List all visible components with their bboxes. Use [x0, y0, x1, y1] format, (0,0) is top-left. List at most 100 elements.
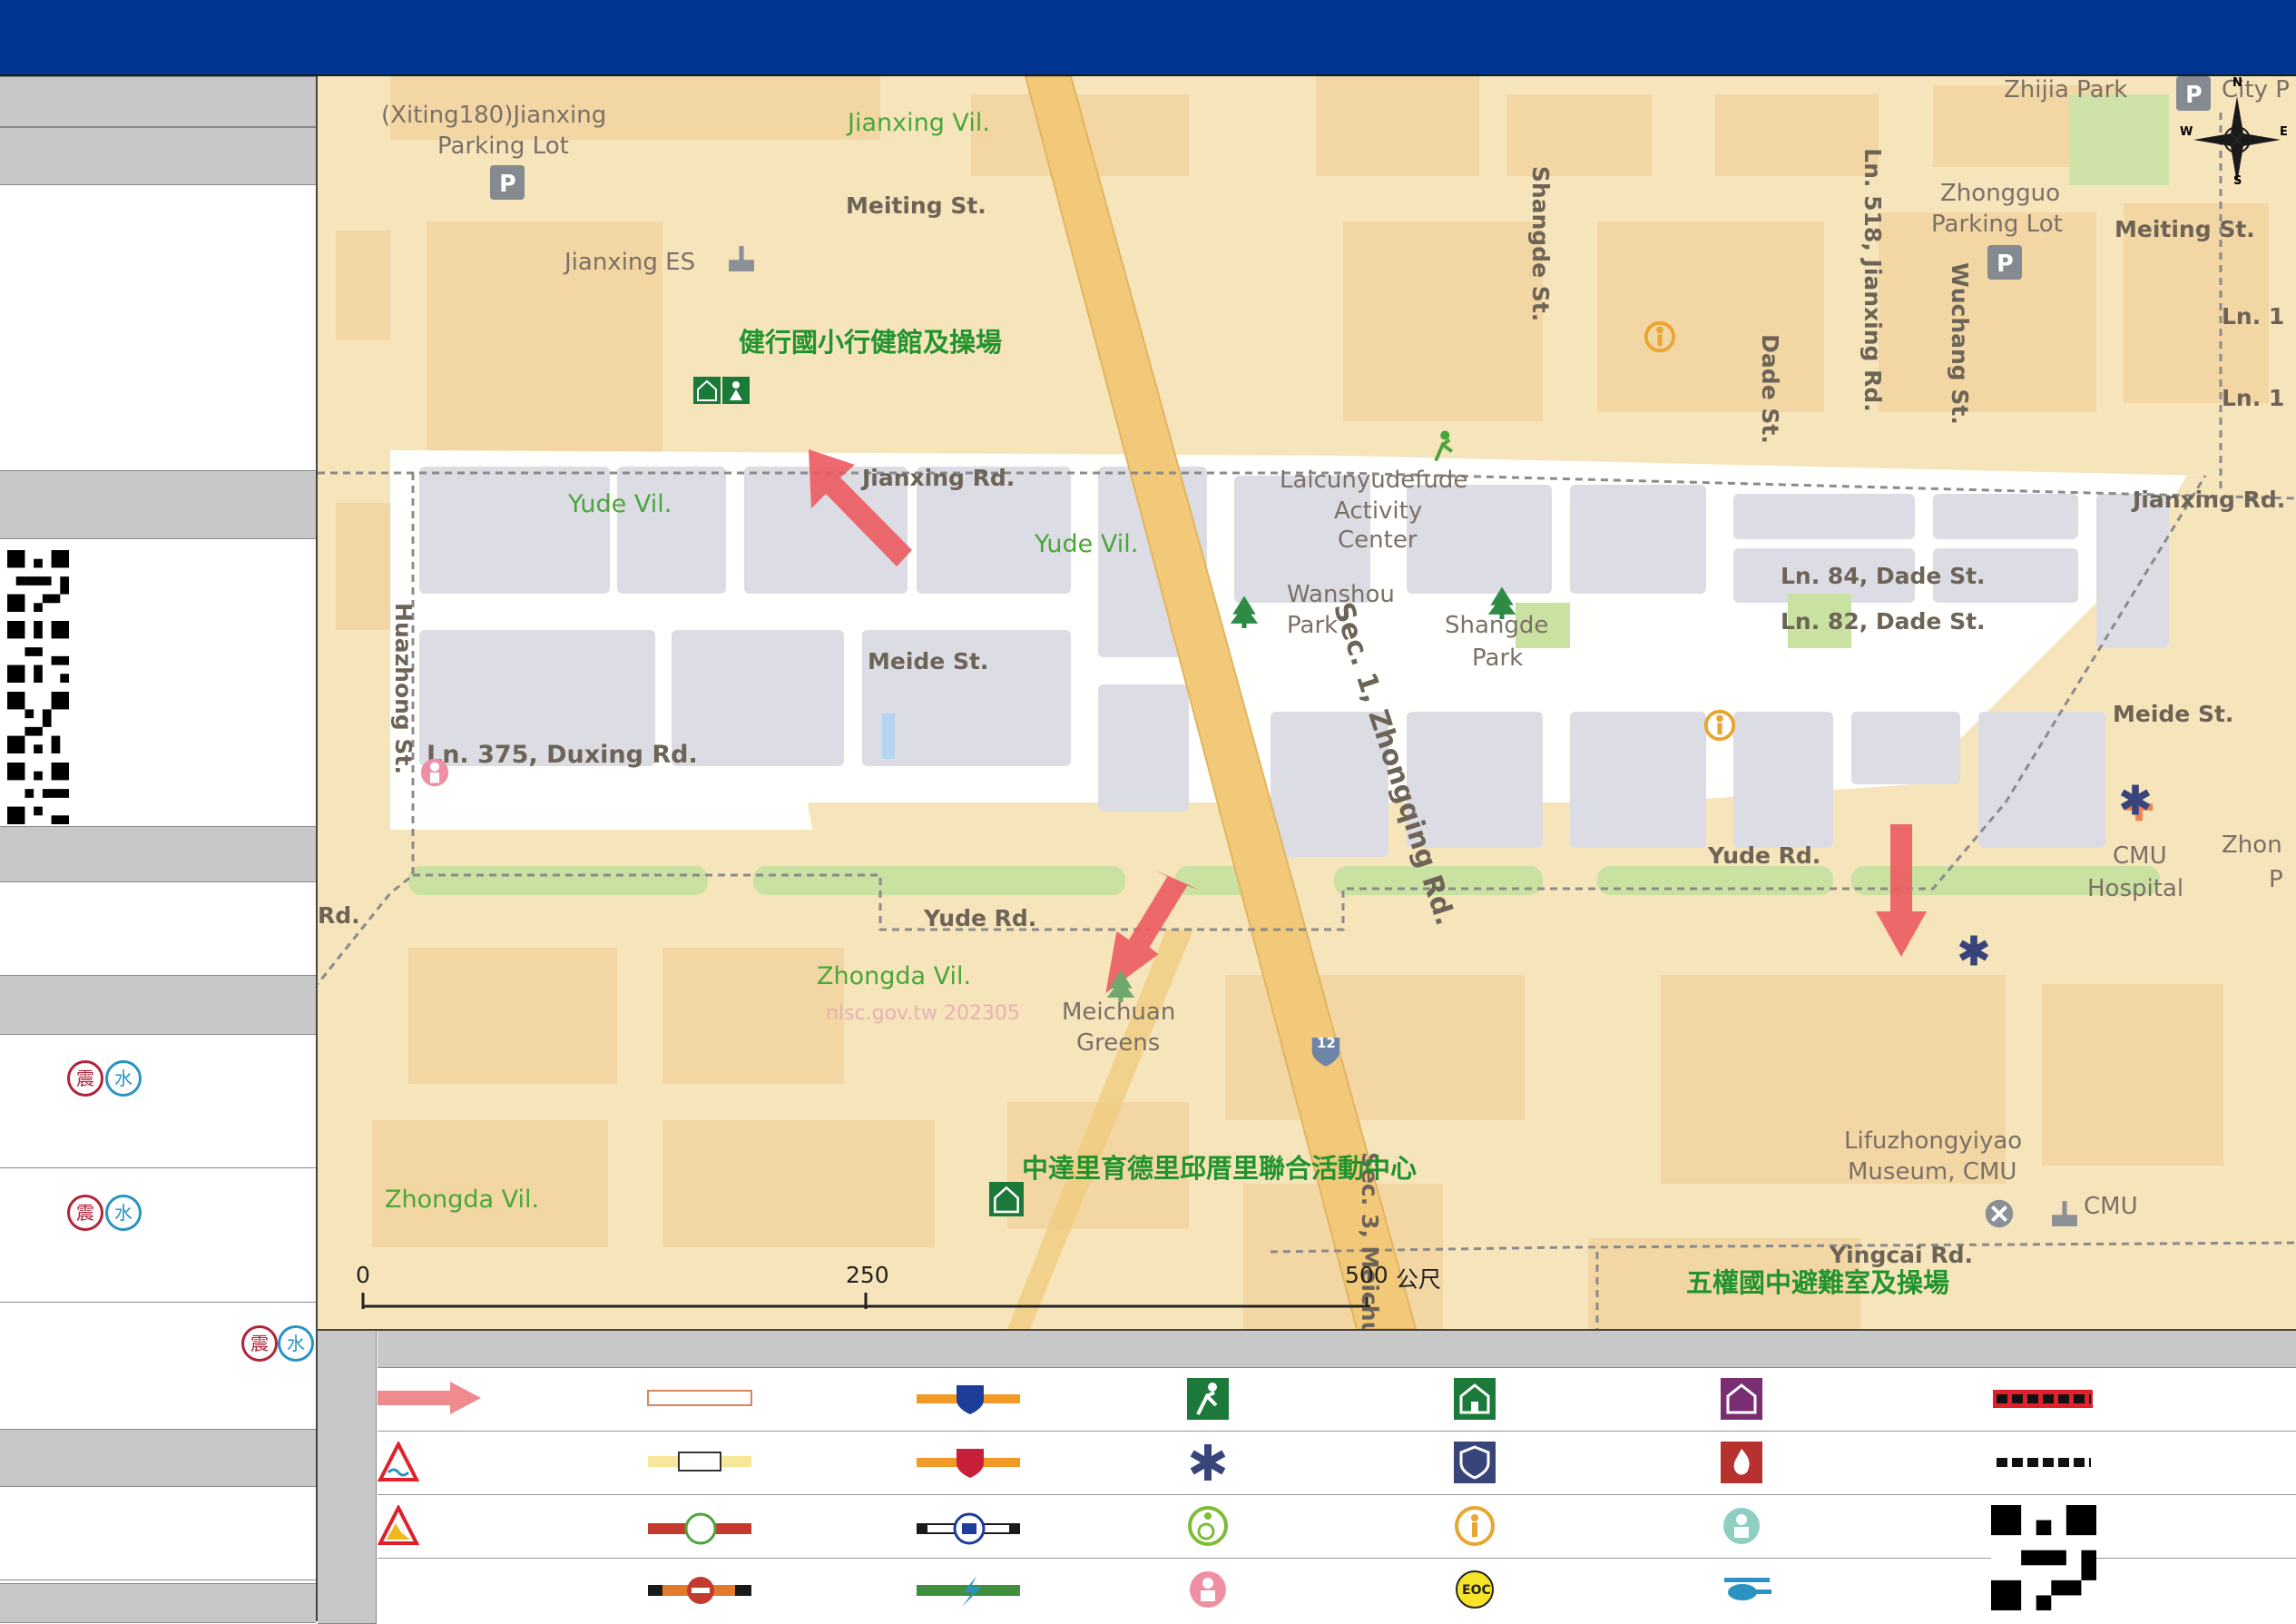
- svg-text:EOC: EOC: [1462, 1583, 1491, 1598]
- svg-text:P: P: [499, 170, 516, 197]
- landslide-warning-icon: [378, 1505, 419, 1545]
- shelter-building-icon: [1454, 1378, 1496, 1420]
- watermark: nlsc.gov.tw 202305: [826, 1002, 1020, 1025]
- scale-label: 500: [1345, 1262, 1388, 1288]
- place-label: Meichuan: [1062, 999, 1176, 1026]
- village-label: Zhongda Vil.: [817, 962, 972, 990]
- highway-shield-number: 12: [1317, 1035, 1336, 1051]
- svg-text:P: P: [1997, 250, 2014, 277]
- accessible-icon: [1188, 1506, 1228, 1546]
- shelter-label: 中達里育德里邱厝里聯合活動中心: [1022, 1153, 1418, 1184]
- child-care-icon: [1190, 1571, 1226, 1608]
- place-label: Zhon: [2222, 832, 2282, 859]
- place-label: Laicunyudefude: [1280, 467, 1468, 494]
- sidebar-header-1: [0, 76, 316, 127]
- place-label: Zhongguo: [1940, 180, 2061, 207]
- road-label: Ln. 518, Jianxing Rd.: [1859, 148, 1886, 412]
- place-label: Park: [1287, 612, 1339, 639]
- village-label: Jianxing Vil.: [848, 109, 990, 137]
- legend-header-3: [1183, 1331, 1990, 1368]
- tree-icon: [1230, 595, 1259, 628]
- shelter-entry-1: 震 水: [0, 1035, 316, 1168]
- legend-header-4: [1989, 1331, 2296, 1368]
- place-label: Hospital: [2087, 875, 2184, 902]
- road-label: Jianxing Rd.: [2133, 487, 2286, 513]
- sidebar-header-5: [0, 1583, 316, 1623]
- qr-code-icon[interactable]: [1991, 1505, 2096, 1610]
- sidebar-box-3: [0, 882, 316, 976]
- evacuation-map[interactable]: Meiting St. Meiting St. Jianxing Rd. Jia…: [318, 76, 2296, 1329]
- flood-badge-icon: 水: [105, 1195, 142, 1231]
- black-dashed-line-icon: [1997, 1458, 2091, 1467]
- earthquake-badge-icon: 震: [241, 1325, 278, 1362]
- police-icon: [1454, 1442, 1496, 1483]
- disabled-shelter-icon: [1721, 1378, 1762, 1420]
- legend-header-2: [646, 1331, 1184, 1368]
- place-label: Greens: [1076, 1029, 1161, 1057]
- road-badge-icon: [648, 1577, 751, 1604]
- road-label: Meide St.: [2113, 701, 2234, 727]
- medical-star-of-life-icon: [2120, 784, 2151, 815]
- place-label: Zhijia Park: [2004, 76, 2128, 103]
- road-label: Meiting St.: [846, 192, 986, 219]
- shelter-entry-2: 震 水: [0, 1169, 316, 1303]
- road-label: Shangde St.: [1527, 165, 1555, 322]
- scale-label: 250: [846, 1262, 889, 1288]
- fire-department-icon: [1721, 1442, 1762, 1483]
- place-label: Lifuzhongyiyao: [1844, 1127, 2023, 1155]
- compass-s: S: [2233, 174, 2242, 188]
- road-label: Ln. 1: [2222, 303, 2285, 330]
- eoc-icon: EOC: [1456, 1570, 1494, 1609]
- place-label: Wanshou: [1287, 581, 1395, 608]
- school-icon: [2052, 1201, 2077, 1226]
- legend: EOC: [318, 1329, 2296, 1624]
- legend-side-header: [318, 1331, 377, 1624]
- village-label: Zhongda Vil.: [385, 1186, 540, 1214]
- place-label: (Xiting180)Jianxing: [381, 102, 607, 129]
- flood-badge-icon: 水: [105, 1060, 142, 1097]
- road-label: Dade St.: [1756, 334, 1783, 444]
- qr-code-icon[interactable]: [7, 763, 69, 824]
- road-label: Huazhong St.: [389, 603, 417, 774]
- tree-icon: [1487, 586, 1516, 619]
- shelter-building-icon: [693, 377, 750, 404]
- road-label: Yude Rd.: [1708, 842, 1821, 869]
- museum-icon: [1985, 1199, 2014, 1228]
- qr-code-icon[interactable]: [7, 692, 69, 753]
- place-label: CMU: [2113, 842, 2167, 870]
- helicopter-icon: [1724, 1578, 1771, 1600]
- shelter-label: 五權國中避難室及操場: [1686, 1267, 1950, 1298]
- tree-icon: [1106, 969, 1135, 1002]
- place-label: CMU: [2084, 1193, 2138, 1220]
- sidebar-box-4: [0, 1487, 316, 1580]
- qr-code-icon[interactable]: [7, 621, 69, 683]
- pool: [882, 714, 895, 759]
- elderly-care-icon: [1703, 709, 1736, 742]
- railway-station-icon: [917, 1512, 1020, 1545]
- road-label: Yude Rd.: [924, 905, 1037, 931]
- road-label: Ln. 375, Duxing Rd.: [427, 741, 698, 769]
- shelter-label: 健行國小行健館及操場: [739, 327, 1003, 358]
- scale-unit-label: 公尺: [1396, 1266, 1442, 1293]
- road-label: Jianxing Rd.: [862, 465, 1016, 491]
- place-label: Parking Lot: [1931, 211, 2063, 238]
- highway-blue-shield-icon: [917, 1385, 1020, 1414]
- road-label: Ln. 1: [2222, 385, 2285, 411]
- care-center-icon: [1723, 1508, 1760, 1544]
- flood-badge-icon: 水: [278, 1325, 314, 1362]
- evacuation-arrow-icon: [378, 1382, 481, 1414]
- road-label: Meide St.: [868, 648, 989, 674]
- shelter-building-icon: [989, 1182, 1024, 1216]
- school-icon: [729, 246, 754, 271]
- place-label: Park: [1472, 645, 1524, 672]
- parking-icon: P: [2176, 76, 2211, 111]
- sidebar-header-qr: [0, 470, 316, 539]
- qr-code-icon[interactable]: [7, 550, 69, 612]
- road-label: Wuchang St.: [1946, 262, 1973, 425]
- medical-star-of-life-icon: [1958, 935, 1989, 966]
- road-yellow-icon: [648, 1452, 751, 1471]
- compass-e: E: [2280, 125, 2288, 139]
- medical-star-of-life-icon: [1190, 1444, 1226, 1481]
- sidebar-header-4: [0, 1429, 316, 1487]
- road-label: Ln. 82, Dade St.: [1781, 608, 1986, 635]
